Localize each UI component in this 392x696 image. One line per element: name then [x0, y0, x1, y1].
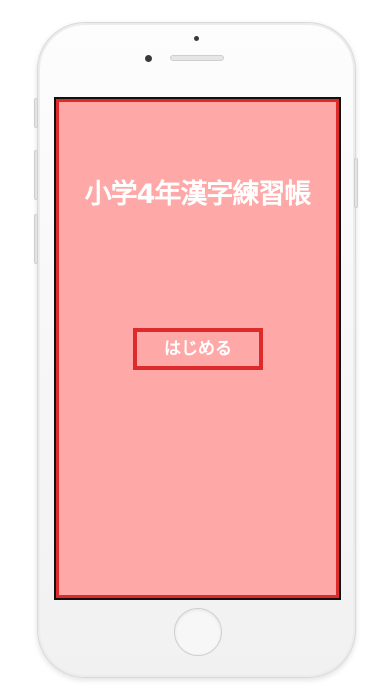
phone-screen: 小学4年漢字練習帳 はじめる: [54, 97, 341, 600]
start-button[interactable]: はじめる: [133, 328, 263, 370]
app-screen: 小学4年漢字練習帳 はじめる: [56, 99, 339, 598]
front-camera: [145, 55, 152, 62]
earpiece-speaker: [170, 55, 224, 61]
power-button: [354, 158, 358, 208]
proximity-sensor: [194, 36, 199, 41]
home-button[interactable]: [174, 608, 222, 656]
device-preview: 小学4年漢字練習帳 はじめる: [0, 0, 392, 696]
mute-switch: [34, 98, 38, 128]
app-title: 小学4年漢字練習帳: [84, 179, 312, 210]
volume-up-button: [34, 150, 38, 200]
volume-down-button: [34, 214, 38, 264]
